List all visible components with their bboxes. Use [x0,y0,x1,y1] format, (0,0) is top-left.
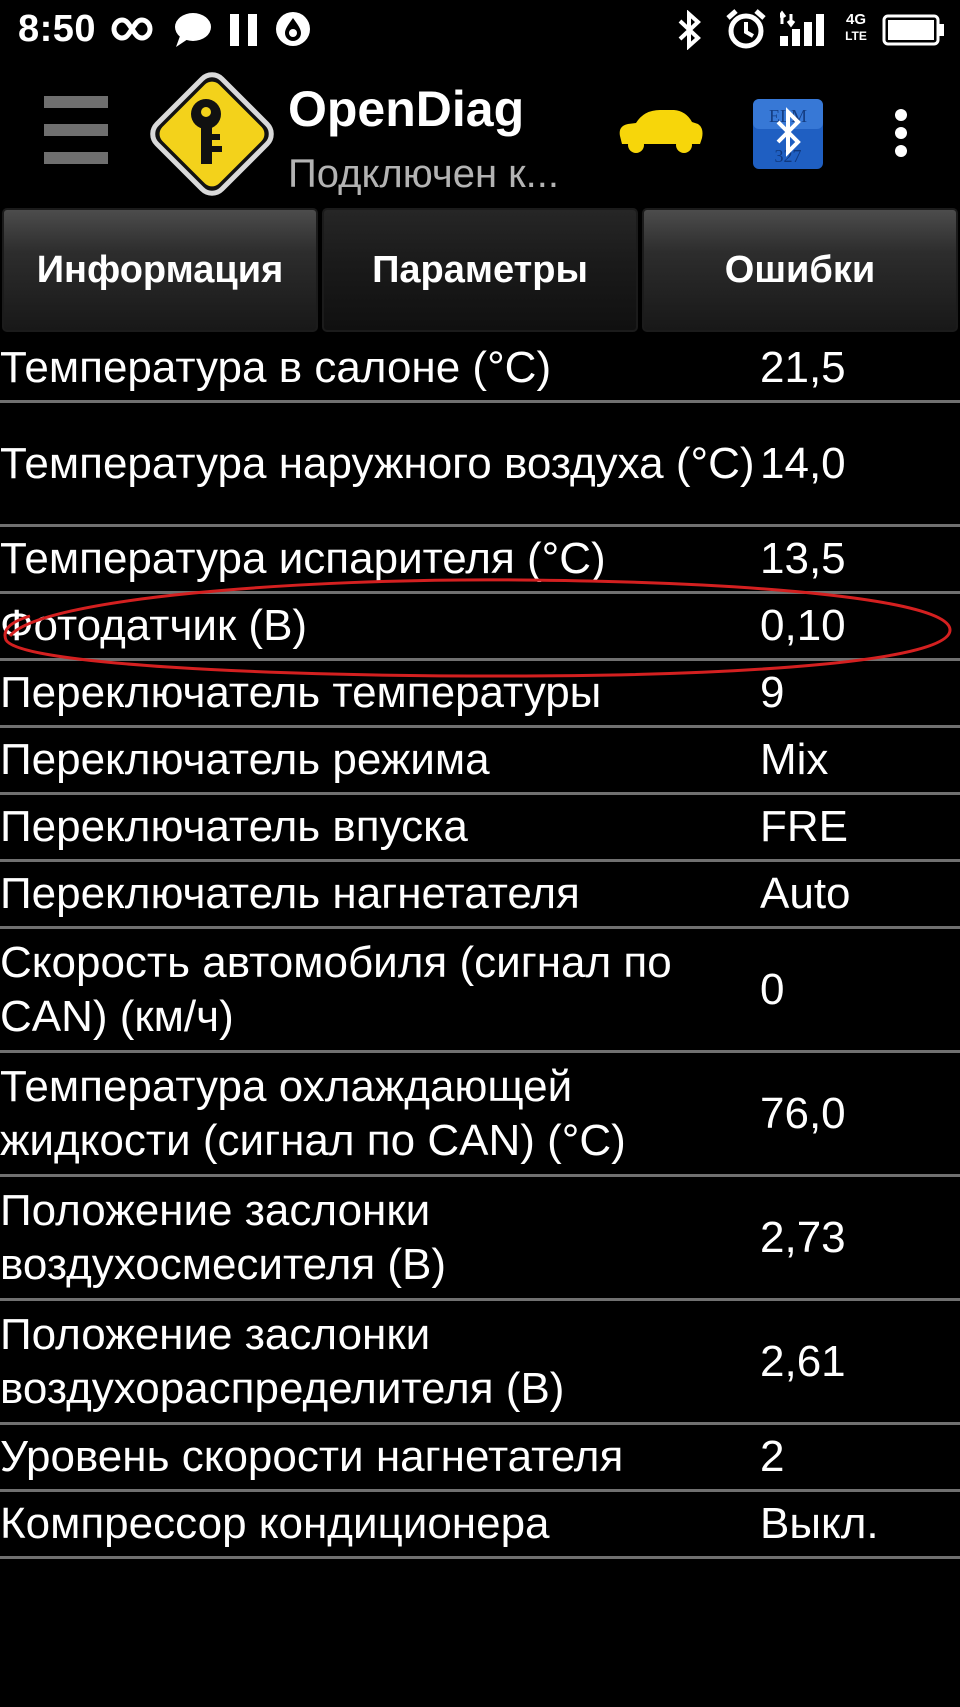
param-label: Уровень скорости нагнетателя [0,1432,624,1481]
param-label: Переключатель нагнетателя [0,869,580,918]
menu-icon[interactable] [44,96,110,166]
param-value: 2,73 [760,1212,846,1262]
param-label: Температура испарителя (°C) [0,534,606,583]
tab-information[interactable]: Информация [2,208,318,332]
network-type-icon: 4G LTE [845,11,867,44]
table-row: Уровень скорости нагнетателя 2 [0,1425,960,1492]
battery-icon [882,14,946,46]
alarm-icon [726,8,766,50]
param-label: Фотодатчик (В) [0,601,308,650]
param-label: Положение заслонки воздухосмесителя (В) [0,1185,447,1289]
signal-icon [780,10,836,46]
param-value: 13,5 [760,534,846,583]
param-label: Переключатель температуры [0,668,602,717]
table-row: Положение заслонки воздухораспределителя… [0,1301,960,1425]
tab-bar: Информация Параметры Ошибки [0,208,960,334]
chat-bubble-icon [174,12,212,48]
param-label: Положение заслонки воздухораспределителя… [0,1309,565,1413]
table-row: Скорость автомобиля (сигнал по CAN) (км/… [0,929,960,1053]
table-row: Температура в салоне (°C) 21,5 [0,336,960,403]
drop-icon [274,10,312,48]
param-label: Скорость автомобиля (сигнал по CAN) (км/… [0,937,672,1041]
pause-icon [230,14,258,46]
param-value: 9 [760,668,785,717]
status-bar: 8:50 4G LTE [0,0,960,60]
param-value: 2,61 [760,1336,846,1386]
connection-status: Подключен к... [288,152,559,196]
table-row: Температура охлаждающей жидкости (сигнал… [0,1053,960,1177]
table-row: Переключатель температуры 9 [0,661,960,728]
table-row: Положение заслонки воздухосмесителя (В) … [0,1177,960,1301]
status-time: 8:50 [18,8,97,50]
param-value: Выкл. [760,1499,879,1548]
app-logo [146,68,278,205]
param-value: 14,0 [760,438,846,488]
tab-errors[interactable]: Ошибки [642,208,958,332]
app-bar: OpenDiag Подключен к... ELM 327 [0,60,960,208]
table-row-highlighted: Фотодатчик (В) 0,10 [0,594,960,661]
param-label: Переключатель режима [0,735,490,784]
bluetooth-icon [674,10,704,50]
table-row: Переключатель режима Mix [0,728,960,795]
param-label: Температура наружного воздуха (°C) [0,438,755,488]
param-label: Температура в салоне (°C) [0,343,552,392]
table-row: Переключатель впуска FRE [0,795,960,862]
param-value: 0,10 [760,601,846,650]
param-value: 76,0 [760,1088,846,1138]
param-value: Auto [760,869,851,918]
table-row: Переключатель нагнетателя Auto [0,862,960,929]
table-row: Температура наружного воздуха (°C) 14,0 [0,403,960,527]
infinity-icon [108,14,156,44]
tab-parameters[interactable]: Параметры [322,208,638,332]
table-row: Компрессор кондиционера Выкл. [0,1492,960,1559]
param-value: 2 [760,1432,785,1481]
app-title: OpenDiag [288,81,525,137]
param-value: Mix [760,735,829,784]
param-label: Температура охлаждающей жидкости (сигнал… [0,1061,626,1165]
parameters-table: Температура в салоне (°C) 21,5 Температу… [0,336,960,1559]
car-icon[interactable] [614,102,706,163]
param-label: Переключатель впуска [0,802,468,851]
overflow-menu-icon[interactable] [888,108,914,163]
table-row: Температура испарителя (°C) 13,5 [0,527,960,594]
param-label: Компрессор кондиционера [0,1499,550,1548]
param-value: 21,5 [760,343,846,392]
param-value: 0 [760,964,785,1014]
param-value: FRE [760,802,848,851]
elm327-bluetooth-button[interactable]: ELM 327 [752,98,824,175]
